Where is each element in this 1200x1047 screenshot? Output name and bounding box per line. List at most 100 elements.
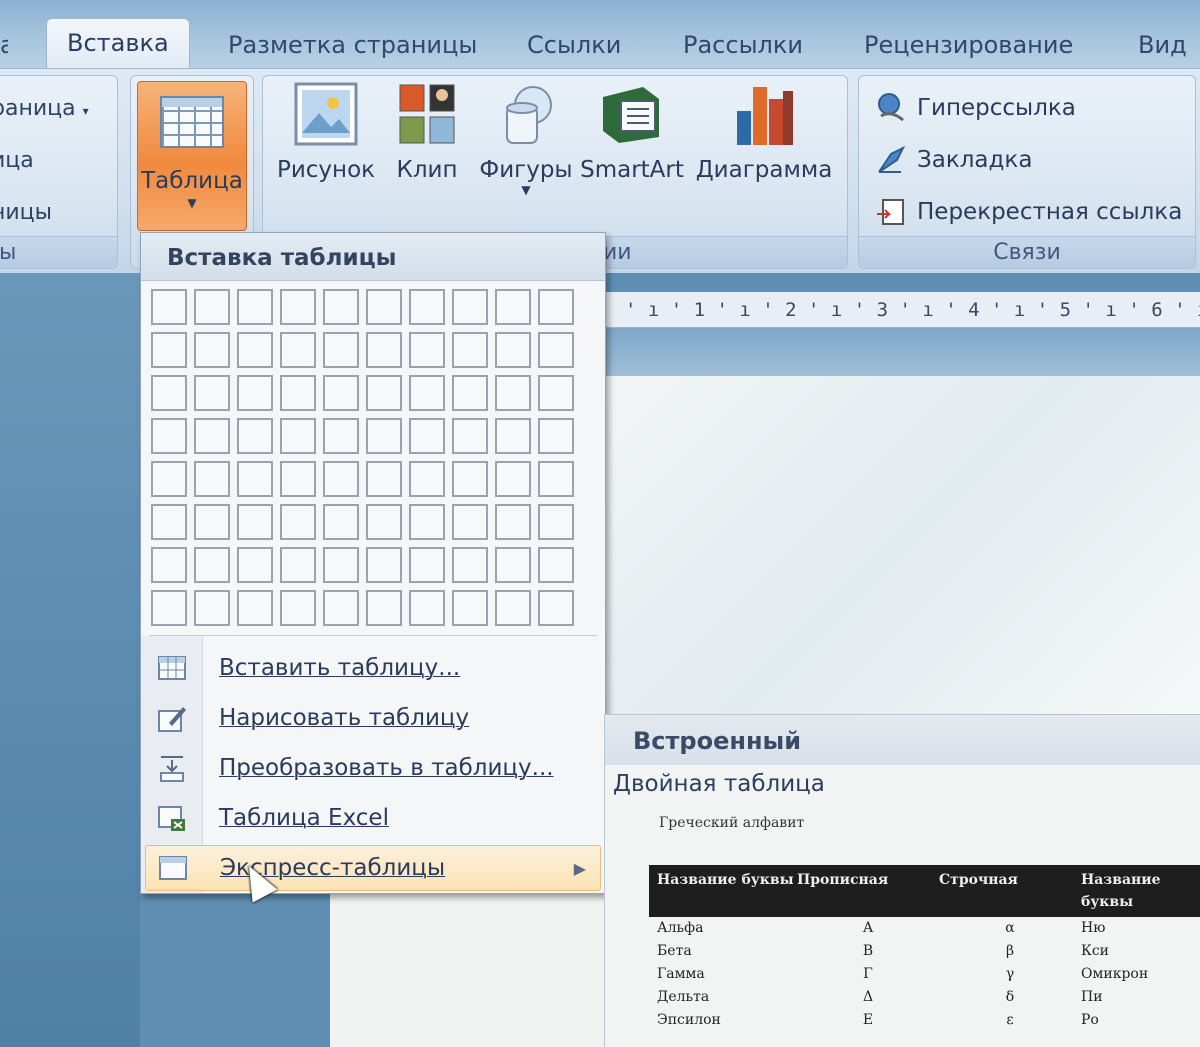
grid-cell[interactable] <box>280 461 316 497</box>
grid-cell[interactable] <box>366 547 402 583</box>
grid-cell[interactable] <box>366 332 402 368</box>
grid-cell[interactable] <box>538 289 574 325</box>
grid-cell[interactable] <box>452 547 488 583</box>
grid-cell[interactable] <box>237 418 273 454</box>
quick-tables-item[interactable]: Экспресс-таблицы ▶ <box>145 845 601 891</box>
grid-cell[interactable] <box>366 289 402 325</box>
grid-cell[interactable] <box>409 375 445 411</box>
grid-cell[interactable] <box>194 418 230 454</box>
grid-cell[interactable] <box>237 332 273 368</box>
grid-cell[interactable] <box>495 375 531 411</box>
tab-review[interactable]: Рецензирование <box>864 28 1073 62</box>
grid-cell[interactable] <box>323 418 359 454</box>
grid-cell[interactable] <box>151 289 187 325</box>
grid-cell[interactable] <box>538 332 574 368</box>
tab-view[interactable]: Вид <box>1138 28 1187 62</box>
grid-cell[interactable] <box>366 418 402 454</box>
grid-cell[interactable] <box>495 504 531 540</box>
grid-cell[interactable] <box>323 504 359 540</box>
document-page[interactable] <box>605 376 1200 716</box>
grid-cell[interactable] <box>194 375 230 411</box>
grid-cell[interactable] <box>452 590 488 626</box>
tab-home-cut[interactable]: a <box>0 28 8 62</box>
grid-cell[interactable] <box>237 547 273 583</box>
convert-to-table-item[interactable]: Преобразовать в таблицу... <box>145 745 601 791</box>
grid-cell[interactable] <box>237 375 273 411</box>
tab-mailings[interactable]: Рассылки <box>683 28 803 62</box>
grid-cell[interactable] <box>452 332 488 368</box>
bookmark-button[interactable]: Закладка <box>875 144 1032 176</box>
shapes-button[interactable]: Фигуры ▼ <box>478 81 574 221</box>
cross-reference-button[interactable]: Перекрестная ссылка <box>875 196 1182 228</box>
excel-table-item[interactable]: Таблица Excel <box>145 795 601 841</box>
grid-cell[interactable] <box>151 375 187 411</box>
double-table-preview[interactable]: Название буквы Прописная Строчная Назван… <box>649 865 1200 1032</box>
grid-cell[interactable] <box>538 590 574 626</box>
chart-button[interactable]: Диаграмма <box>694 81 834 221</box>
grid-cell[interactable] <box>409 504 445 540</box>
grid-cell[interactable] <box>538 547 574 583</box>
grid-cell[interactable] <box>495 418 531 454</box>
grid-cell[interactable] <box>151 332 187 368</box>
insert-table-item[interactable]: Вставить таблицу... <box>145 645 601 691</box>
grid-cell[interactable] <box>452 375 488 411</box>
grid-cell[interactable] <box>237 504 273 540</box>
smartart-button[interactable]: SmartArt <box>580 81 684 221</box>
grid-cell[interactable] <box>323 547 359 583</box>
grid-cell[interactable] <box>366 504 402 540</box>
table-button[interactable]: Таблица ▼ <box>137 81 247 231</box>
grid-cell[interactable] <box>280 289 316 325</box>
grid-cell[interactable] <box>538 461 574 497</box>
cover-page-button[interactable]: раница ▾ <box>0 96 89 121</box>
grid-cell[interactable] <box>452 461 488 497</box>
grid-cell[interactable] <box>194 289 230 325</box>
hyperlink-button[interactable]: Гиперссылка <box>875 92 1076 124</box>
grid-cell[interactable] <box>194 504 230 540</box>
grid-cell[interactable] <box>409 547 445 583</box>
grid-cell[interactable] <box>151 504 187 540</box>
grid-cell[interactable] <box>194 332 230 368</box>
gallery-item-name[interactable]: Двойная таблица <box>605 771 1200 797</box>
grid-cell[interactable] <box>538 504 574 540</box>
grid-cell[interactable] <box>366 590 402 626</box>
grid-cell[interactable] <box>495 289 531 325</box>
grid-cell[interactable] <box>366 375 402 411</box>
horizontal-ruler[interactable]: ' ı ' 1 ' ı ' 2 ' ı ' 3 ' ı ' 4 ' ı ' 5 … <box>605 292 1200 328</box>
grid-cell[interactable] <box>237 461 273 497</box>
tab-references[interactable]: Ссылки <box>527 28 621 62</box>
grid-cell[interactable] <box>194 590 230 626</box>
grid-cell[interactable] <box>280 504 316 540</box>
grid-cell[interactable] <box>409 418 445 454</box>
picture-button[interactable]: Рисунок <box>276 81 376 221</box>
grid-cell[interactable] <box>280 547 316 583</box>
grid-cell[interactable] <box>280 590 316 626</box>
tab-page-layout[interactable]: Разметка страницы <box>228 28 477 62</box>
grid-cell[interactable] <box>409 461 445 497</box>
grid-cell[interactable] <box>237 289 273 325</box>
clipart-button[interactable]: Клип <box>392 81 462 221</box>
grid-cell[interactable] <box>452 418 488 454</box>
grid-cell[interactable] <box>409 289 445 325</box>
grid-cell[interactable] <box>237 590 273 626</box>
grid-cell[interactable] <box>151 547 187 583</box>
grid-cell[interactable] <box>194 461 230 497</box>
grid-cell[interactable] <box>323 332 359 368</box>
grid-cell[interactable] <box>495 590 531 626</box>
grid-cell[interactable] <box>409 332 445 368</box>
grid-cell[interactable] <box>151 418 187 454</box>
grid-cell[interactable] <box>409 590 445 626</box>
blank-page-button[interactable]: ица <box>0 148 34 173</box>
grid-cell[interactable] <box>280 375 316 411</box>
grid-cell[interactable] <box>323 590 359 626</box>
grid-cell[interactable] <box>452 504 488 540</box>
draw-table-item[interactable]: Нарисовать таблицу <box>145 695 601 741</box>
table-size-grid[interactable] <box>151 289 574 626</box>
grid-cell[interactable] <box>194 547 230 583</box>
grid-cell[interactable] <box>323 461 359 497</box>
grid-cell[interactable] <box>495 461 531 497</box>
grid-cell[interactable] <box>151 461 187 497</box>
grid-cell[interactable] <box>280 332 316 368</box>
grid-cell[interactable] <box>366 461 402 497</box>
grid-cell[interactable] <box>538 375 574 411</box>
grid-cell[interactable] <box>538 418 574 454</box>
